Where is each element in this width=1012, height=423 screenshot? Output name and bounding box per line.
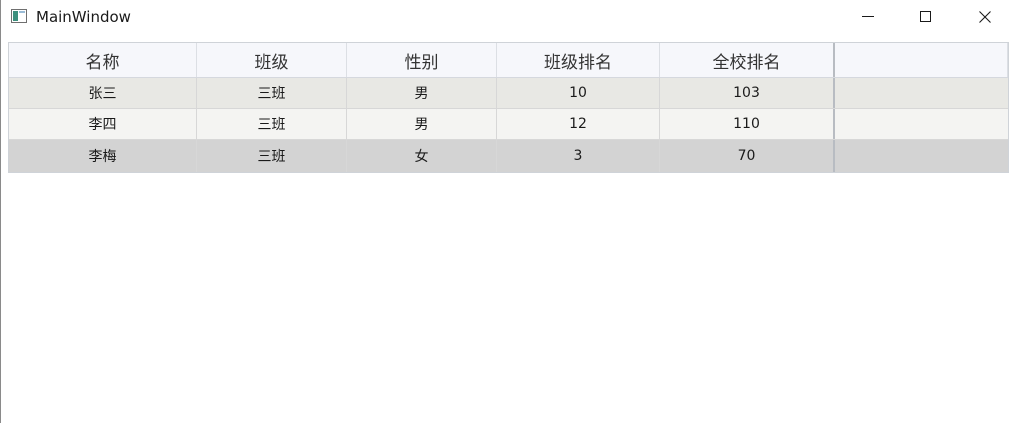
- title-bar[interactable]: MainWindow: [1, 0, 1012, 34]
- cell-school-rank[interactable]: 70: [660, 140, 835, 172]
- cell-class[interactable]: 三班: [197, 140, 347, 172]
- cell-name[interactable]: 李梅: [9, 140, 197, 172]
- grid-header-row: 名称 班级 性别 班级排名 全校排名: [9, 43, 1008, 78]
- window-app-icon: [11, 9, 27, 23]
- maximize-button[interactable]: [903, 0, 949, 34]
- cell-class[interactable]: 三班: [197, 109, 347, 139]
- window-title: MainWindow: [36, 8, 131, 26]
- cell-school-rank[interactable]: 103: [660, 78, 835, 108]
- cell-gender[interactable]: 男: [347, 78, 497, 108]
- table-row-selected[interactable]: 李梅 三班 女 3 70: [9, 140, 1008, 172]
- close-button[interactable]: [962, 0, 1008, 34]
- cell-class-rank[interactable]: 12: [497, 109, 660, 139]
- column-header-class[interactable]: 班级: [197, 43, 347, 77]
- cell-filler: [835, 78, 1008, 108]
- cell-filler: [835, 140, 1008, 172]
- table-row[interactable]: 李四 三班 男 12 110: [9, 109, 1008, 140]
- column-header-name[interactable]: 名称: [9, 43, 197, 77]
- close-icon: [979, 11, 991, 23]
- cell-gender[interactable]: 女: [347, 140, 497, 172]
- column-header-filler: [835, 43, 1008, 77]
- cell-class-rank[interactable]: 3: [497, 140, 660, 172]
- cell-gender[interactable]: 男: [347, 109, 497, 139]
- column-header-class-rank[interactable]: 班级排名: [497, 43, 660, 77]
- cell-name[interactable]: 李四: [9, 109, 197, 139]
- cell-school-rank[interactable]: 110: [660, 109, 835, 139]
- cell-filler: [835, 109, 1008, 139]
- table-row[interactable]: 张三 三班 男 10 103: [9, 78, 1008, 109]
- cell-name[interactable]: 张三: [9, 78, 197, 108]
- cell-class-rank[interactable]: 10: [497, 78, 660, 108]
- minimize-button[interactable]: [845, 0, 891, 34]
- main-window: MainWindow 名称 班级 性别 班级排名 全校排名 张三 三班 男 10…: [0, 0, 1012, 423]
- cell-class[interactable]: 三班: [197, 78, 347, 108]
- column-header-gender[interactable]: 性别: [347, 43, 497, 77]
- column-header-school-rank[interactable]: 全校排名: [660, 43, 835, 77]
- student-data-grid[interactable]: 名称 班级 性别 班级排名 全校排名 张三 三班 男 10 103 李四 三班 …: [8, 42, 1009, 173]
